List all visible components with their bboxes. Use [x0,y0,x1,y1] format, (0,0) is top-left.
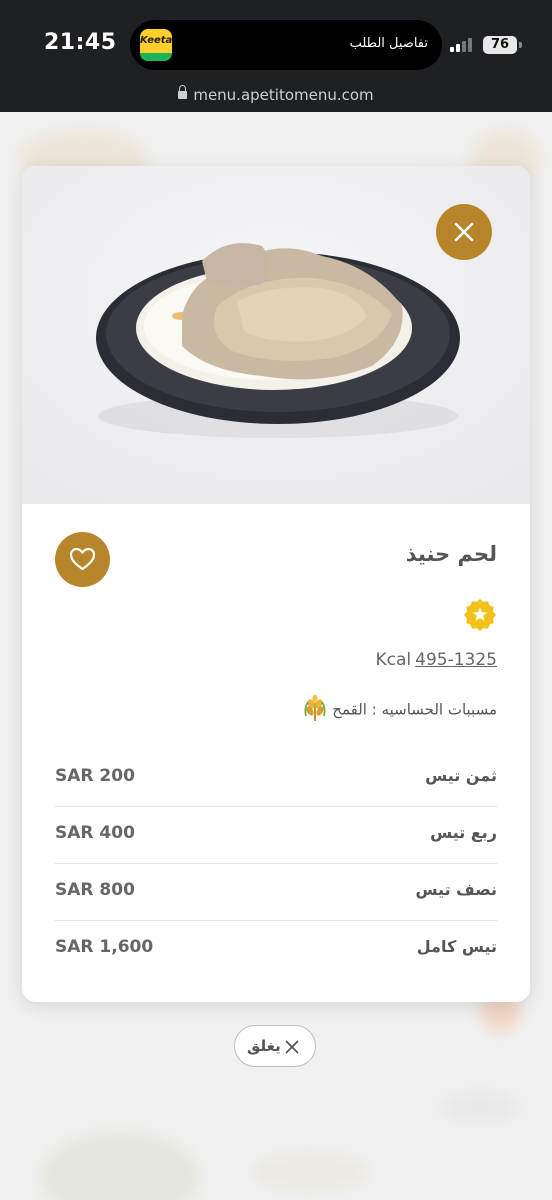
price-list: SAR 200 ثمن تيس SAR 400 ربع تيس SAR 800 … [55,750,497,977]
price-row: SAR 800 نصف تيس [55,864,497,921]
live-activity-title: تفاصيل الطلب [349,36,428,51]
keeta-app-icon: Keeta [140,29,172,61]
calories-unit: Kcal [375,650,412,670]
close-button[interactable]: يغلق [234,1025,316,1067]
price-row: SAR 1,600 تيس كامل [55,921,497,977]
price-label: نصف تيس [415,880,497,899]
close-modal-button[interactable] [436,204,492,260]
calories-info: Kcal 495-1325 [376,650,498,670]
price-row: SAR 200 ثمن تيس [55,750,497,807]
allergen-text: مسببات الحساسيه : القمح [332,700,497,719]
status-bar: 21:45 Keeta تفاصيل الطلب 76 menu.apetito… [0,0,552,112]
close-button-label: يغلق [247,1037,281,1055]
price-amount: SAR 200 [55,766,135,786]
price-row: SAR 400 ربع تيس [55,807,497,864]
signal-icon [450,38,476,52]
allergen-info: مسببات الحساسيه : القمح [302,694,497,726]
dish-details-modal: لحم حنيذ Kcal 495-1325 مسببات الحساسيه : … [22,166,530,1002]
close-icon [285,1040,299,1054]
address-bar[interactable]: menu.apetitomenu.com [0,84,552,104]
price-amount: SAR 400 [55,823,135,843]
battery-icon: 76 [483,36,517,54]
dynamic-island[interactable]: Keeta تفاصيل الطلب [130,20,442,70]
calories-range: 495-1325 [415,650,497,670]
price-amount: SAR 800 [55,880,135,900]
star-icon [463,598,497,632]
url-text: menu.apetitomenu.com [193,86,374,104]
price-label: ثمن تيس [425,766,497,785]
price-amount: SAR 1,600 [55,937,154,957]
heart-icon [69,547,96,571]
status-time: 21:45 [44,30,117,55]
lock-icon [178,84,188,99]
dish-title: لحم حنيذ [405,542,497,566]
price-label: تيس كامل [416,937,497,956]
close-icon [454,222,474,242]
wheat-icon [302,694,328,726]
price-label: ربع تيس [430,823,497,842]
favorite-button[interactable] [55,532,110,587]
